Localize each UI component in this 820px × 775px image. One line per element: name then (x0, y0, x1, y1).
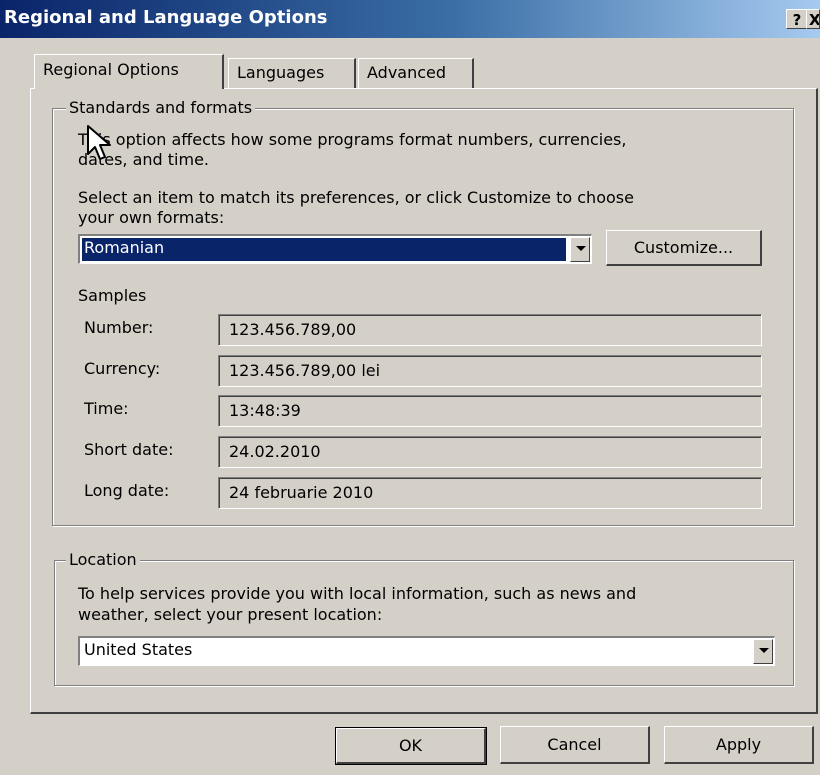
standards-instruction-line1: Select an item to match its preferences,… (78, 188, 634, 207)
title-bar: Regional and Language Options ? X (0, 0, 820, 38)
chevron-down-icon[interactable] (570, 237, 590, 262)
chevron-down-icon[interactable] (753, 639, 773, 664)
sample-label-long-date: Long date: (84, 481, 170, 500)
sample-label-number: Number: (84, 318, 154, 337)
location-dropdown[interactable]: United States (78, 636, 775, 666)
customize-button[interactable]: Customize... (606, 230, 762, 266)
location-dropdown-value: United States (84, 640, 193, 659)
sample-value-number: 123.456.789,00 (218, 314, 762, 346)
format-dropdown-value: Romanian (82, 238, 566, 261)
format-dropdown[interactable]: Romanian (78, 234, 592, 264)
sample-label-currency: Currency: (84, 359, 161, 378)
location-description-line2: weather, select your present location: (78, 605, 383, 624)
window-title: Regional and Language Options (4, 7, 328, 28)
sample-label-time: Time: (84, 399, 129, 418)
sample-label-short-date: Short date: (84, 440, 174, 459)
samples-label: Samples (78, 286, 147, 305)
cancel-button[interactable]: Cancel (500, 726, 650, 764)
apply-button[interactable]: Apply (664, 726, 814, 764)
mouse-pointer-icon (87, 125, 111, 160)
close-button[interactable]: X (806, 9, 820, 29)
sample-value-time: 13:48:39 (218, 395, 762, 427)
tab-regional-options[interactable]: Regional Options (34, 54, 224, 89)
sample-value-currency: 123.456.789,00 lei (218, 355, 762, 387)
help-button[interactable]: ? (786, 9, 808, 29)
tab-languages[interactable]: Languages (228, 58, 356, 88)
sample-value-long-date: 24 februarie 2010 (218, 477, 762, 509)
tab-advanced[interactable]: Advanced (358, 58, 474, 88)
sample-value-short-date: 24.02.2010 (218, 436, 762, 468)
ok-button[interactable]: OK (335, 727, 487, 765)
location-description-line1: To help services provide you with local … (78, 584, 637, 603)
standards-instruction-line2: your own formats: (78, 208, 225, 227)
standards-description-line1: This option affects how some programs fo… (78, 130, 627, 149)
standards-formats-label: Standards and formats (66, 98, 256, 117)
location-label: Location (66, 550, 140, 569)
